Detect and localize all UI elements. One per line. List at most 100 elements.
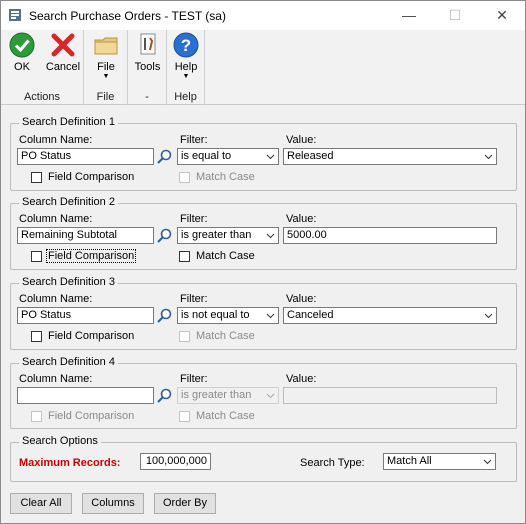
tools-group-label: - bbox=[145, 91, 149, 103]
search-definition-1: Search Definition 1 Column Name: PO Stat… bbox=[10, 116, 517, 191]
lookup-icon[interactable] bbox=[156, 387, 173, 404]
filter-select[interactable]: is greater than bbox=[177, 227, 279, 244]
cancel-button[interactable]: Cancel bbox=[43, 32, 83, 73]
lookup-icon[interactable] bbox=[156, 307, 173, 324]
field-comparison-checkbox[interactable] bbox=[31, 251, 42, 262]
file-group: File ▼ File bbox=[84, 30, 128, 105]
chevron-down-icon bbox=[483, 459, 492, 465]
value-value: Canceled bbox=[287, 309, 334, 321]
field-comparison-checkbox[interactable] bbox=[31, 411, 42, 422]
column-name-label: Column Name: bbox=[19, 373, 93, 385]
search-options: Search Options Maximum Records: 100,000,… bbox=[10, 435, 517, 482]
field-comparison-checkbox[interactable] bbox=[31, 172, 42, 183]
file-button[interactable]: File ▼ bbox=[92, 32, 120, 80]
filter-select[interactable]: is not equal to bbox=[177, 307, 279, 324]
definition-legend: Search Definition 3 bbox=[19, 276, 118, 288]
match-case-label: Match Case bbox=[196, 171, 255, 183]
file-group-label: File bbox=[96, 91, 115, 103]
folder-icon bbox=[94, 37, 118, 55]
ok-label: OK bbox=[14, 61, 30, 73]
help-label: Help bbox=[174, 61, 198, 73]
ribbon: OK Cancel Actions File ▼ File Tools - ? … bbox=[1, 30, 525, 105]
value-label: Value: bbox=[286, 293, 317, 305]
title-bar: Search Purchase Orders - TEST (sa) — ☐ ✕ bbox=[1, 1, 525, 30]
definition-legend: Search Definition 2 bbox=[19, 196, 118, 208]
field-comparison-label: Field Comparison bbox=[46, 249, 137, 263]
columns-button[interactable]: Columns bbox=[82, 493, 144, 514]
ok-button[interactable]: OK bbox=[7, 32, 37, 73]
column-name-input[interactable]: PO Status bbox=[17, 148, 154, 165]
help-dropdown-icon: ▼ bbox=[182, 73, 190, 80]
match-case-label: Match Case bbox=[196, 250, 255, 262]
minimize-button[interactable]: — bbox=[386, 1, 432, 30]
match-case-checkbox[interactable] bbox=[179, 251, 190, 262]
definition-legend: Search Definition 4 bbox=[19, 356, 118, 368]
chevron-down-icon bbox=[266, 154, 275, 160]
file-label: File bbox=[97, 61, 115, 73]
filter-label: Filter: bbox=[180, 293, 208, 305]
maximize-button[interactable]: ☐ bbox=[432, 1, 478, 30]
chevron-down-icon bbox=[266, 313, 275, 319]
help-button[interactable]: ? Help ▼ bbox=[171, 32, 201, 80]
match-case-checkbox[interactable] bbox=[179, 331, 190, 342]
filter-select[interactable]: is equal to bbox=[177, 148, 279, 165]
order-by-button[interactable]: Order By bbox=[154, 493, 216, 514]
match-case-checkbox[interactable] bbox=[179, 411, 190, 422]
lookup-icon[interactable] bbox=[156, 227, 173, 244]
tools-icon bbox=[140, 33, 155, 55]
chevron-down-icon bbox=[266, 233, 275, 239]
column-name-input[interactable] bbox=[17, 387, 154, 404]
filter-value: is greater than bbox=[181, 389, 252, 401]
match-case-label: Match Case bbox=[196, 410, 255, 422]
filter-select[interactable]: is greater than bbox=[177, 387, 279, 404]
field-comparison-label: Field Comparison bbox=[48, 410, 135, 422]
search-options-legend: Search Options bbox=[19, 435, 101, 447]
field-comparison-label: Field Comparison bbox=[48, 171, 135, 183]
value-label: Value: bbox=[286, 373, 317, 385]
tools-group: Tools - bbox=[128, 30, 167, 105]
tools-label: Tools bbox=[134, 61, 161, 73]
column-name-input[interactable]: PO Status bbox=[17, 307, 154, 324]
lookup-icon[interactable] bbox=[156, 148, 173, 165]
filter-value: is not equal to bbox=[181, 309, 250, 321]
definition-legend: Search Definition 1 bbox=[19, 116, 118, 128]
value-select[interactable]: Canceled bbox=[283, 307, 497, 324]
actions-group: OK Cancel Actions bbox=[1, 30, 84, 105]
chevron-down-icon bbox=[484, 154, 493, 160]
search-purchase-orders-window: Search Purchase Orders - TEST (sa) — ☐ ✕… bbox=[0, 0, 526, 524]
tools-button[interactable]: Tools bbox=[132, 32, 163, 73]
match-case-label: Match Case bbox=[196, 330, 255, 342]
max-records-input[interactable]: 100,000,000 bbox=[140, 453, 211, 470]
search-definition-2: Search Definition 2 Column Name: Remaini… bbox=[10, 196, 517, 270]
search-type-label: Search Type: bbox=[300, 457, 365, 469]
value-input[interactable] bbox=[283, 387, 497, 404]
field-comparison-label: Field Comparison bbox=[48, 330, 135, 342]
field-comparison-checkbox[interactable] bbox=[31, 331, 42, 342]
filter-label: Filter: bbox=[180, 213, 208, 225]
value-input[interactable]: 5000.00 bbox=[283, 227, 497, 244]
cancel-label: Cancel bbox=[45, 61, 81, 73]
search-definition-4: Search Definition 4 Column Name: Filter:… bbox=[10, 356, 517, 429]
value-value: Released bbox=[287, 150, 334, 162]
search-definition-3: Search Definition 3 Column Name: PO Stat… bbox=[10, 276, 517, 350]
value-label: Value: bbox=[286, 134, 317, 146]
max-records-label: Maximum Records: bbox=[19, 457, 121, 469]
help-group: ? Help ▼ Help bbox=[167, 30, 205, 105]
filter-label: Filter: bbox=[180, 134, 208, 146]
column-name-label: Column Name: bbox=[19, 134, 93, 146]
actions-group-label: Actions bbox=[23, 91, 61, 103]
value-select[interactable]: Released bbox=[283, 148, 497, 165]
value-label: Value: bbox=[286, 213, 317, 225]
clear-all-button[interactable]: Clear All bbox=[10, 493, 72, 514]
match-case-checkbox[interactable] bbox=[179, 172, 190, 183]
search-type-value: Match All bbox=[387, 455, 432, 467]
column-name-input[interactable]: Remaining Subtotal bbox=[17, 227, 154, 244]
close-button[interactable]: ✕ bbox=[479, 1, 525, 30]
chevron-down-icon bbox=[484, 313, 493, 319]
ok-check-icon bbox=[9, 32, 35, 58]
filter-value: is greater than bbox=[181, 229, 252, 241]
chevron-down-icon bbox=[266, 393, 275, 399]
app-icon bbox=[9, 9, 21, 21]
search-type-select[interactable]: Match All bbox=[383, 453, 496, 470]
help-question-icon: ? bbox=[173, 32, 199, 58]
